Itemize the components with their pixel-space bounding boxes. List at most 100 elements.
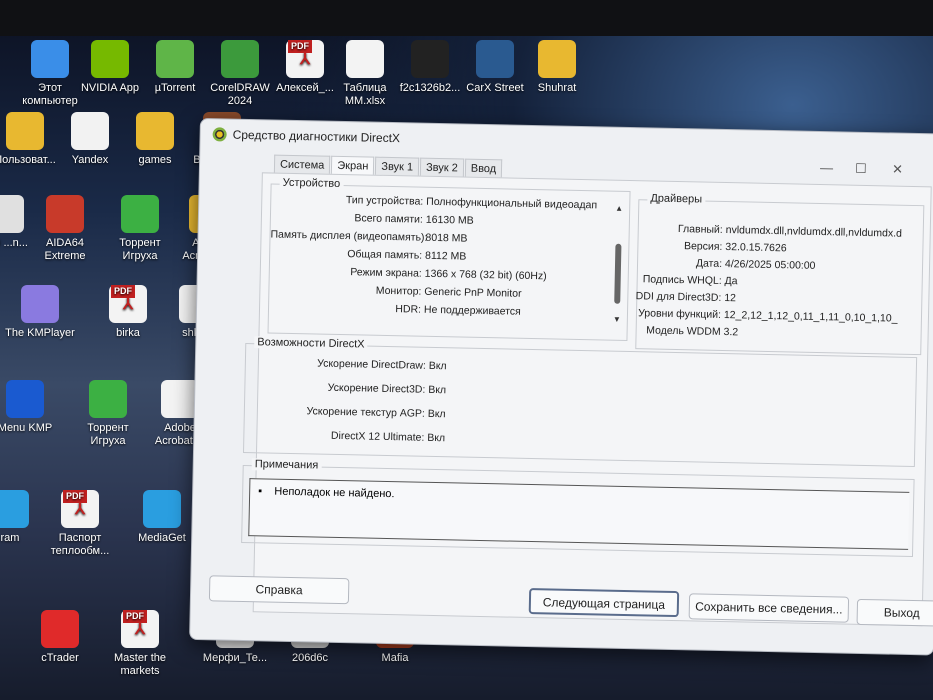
row-label: Тип устройства: — [345, 194, 424, 208]
desktop-icon-label: MediaGet — [138, 532, 186, 544]
minimize-icon[interactable]: — — [820, 160, 833, 175]
row-label: Главный: — [677, 223, 723, 236]
device-scrollbar[interactable]: ▲ ▼ — [611, 204, 626, 324]
maximize-icon[interactable]: ☐ — [855, 161, 867, 177]
kmplayer-icon — [21, 285, 59, 323]
image-file-icon — [411, 40, 449, 78]
row-label: Версия: — [683, 240, 723, 253]
scroll-down-icon[interactable]: ▼ — [611, 315, 623, 324]
desktop-icon[interactable]: Yandex — [54, 112, 126, 167]
row-label: Подпись WHQL: — [642, 273, 722, 287]
desktop-icon[interactable]: Торрент Игруха — [72, 380, 144, 448]
row-value: Не поддерживается — [423, 303, 521, 318]
row-label: Ускорение Direct3D: — [327, 381, 426, 396]
tab-sound-1[interactable]: Звук 1 — [375, 156, 420, 177]
row-label: Ускорение DirectDraw: — [317, 357, 426, 372]
folder-icon — [136, 112, 174, 150]
row-label: Монитор: — [375, 284, 422, 298]
row-label: Общая память: — [347, 248, 423, 262]
desktop-icon-label: Мерфи_Те... — [202, 652, 268, 664]
pdf-icon: PDF⅄ — [61, 490, 99, 528]
desktop-icon[interactable]: Menu KMP — [0, 380, 61, 435]
desktop-icon[interactable]: ram — [0, 490, 46, 545]
tab-sound-2[interactable]: Звук 2 — [419, 157, 465, 178]
desktop-icon[interactable]: PDF ⅄ birka — [92, 285, 164, 340]
desktop-icon-label: Menu KMP — [0, 422, 53, 434]
coreldraw-icon — [221, 40, 259, 78]
save-all-info-button[interactable]: Сохранить все сведения... — [688, 593, 850, 623]
row-value: 4/26/2025 05:00:00 — [724, 258, 816, 272]
desktop-icon[interactable]: Shuhrat — [521, 40, 593, 95]
desktop-icon[interactable]: Таблица MM.xlsx — [329, 40, 401, 108]
device-row: Монитор: Generic PnP Monitor — [269, 282, 522, 300]
desktop-icon[interactable]: CorelDRAW 2024 — [204, 40, 276, 108]
desktop-icon[interactable]: MediaGet — [126, 490, 198, 545]
ctrader-icon — [41, 610, 79, 648]
desktop-icon[interactable]: Торрент Игруха — [104, 195, 176, 263]
drivers-group: Драйверы Главный: nvldumdx.dll,nvldumdx.… — [632, 192, 925, 356]
drivers-row: Подпись WHQL: Да — [632, 273, 738, 287]
folder-icon — [538, 40, 576, 78]
row-value: Да — [724, 275, 738, 288]
notes-group: Примечания ▪ Неполадок не найдено. — [241, 458, 915, 558]
desktop-icon[interactable]: games — [119, 112, 191, 167]
desktop-icon[interactable]: AIDA64 Extreme — [29, 195, 101, 263]
scroll-thumb[interactable] — [614, 243, 622, 304]
features-group: Возможности DirectX Ускорение DirectDraw… — [242, 336, 918, 468]
device-row: Тип устройства: Полнофункциональный виде… — [271, 193, 598, 212]
device-row: HDR: Не поддерживается — [269, 300, 521, 318]
exit-button[interactable]: Выход — [856, 598, 933, 627]
tab-system[interactable]: Система — [273, 154, 331, 175]
row-value: Полнофункциональный видеоадап — [426, 195, 598, 212]
row-value: 16130 MB — [425, 213, 474, 227]
desktop-icon[interactable]: PDF ⅄ Паспорт теплообм... — [44, 490, 116, 558]
tab-display[interactable]: Экран — [331, 155, 375, 176]
desktop-icon-label: Пользоват... — [0, 154, 56, 166]
help-button[interactable]: Справка — [208, 575, 350, 605]
desktop-icon[interactable]: cTrader — [24, 610, 96, 665]
desktop-icon[interactable]: Пользоват... — [0, 112, 61, 167]
device-row: Память дисплея (видеопамять): 8018 MB — [270, 229, 467, 245]
drivers-group-title: Драйверы — [647, 192, 706, 206]
desktop-icon-label: The KMPlayer — [5, 327, 75, 339]
row-value: 8112 MB — [424, 249, 467, 263]
row-value: 8018 MB — [425, 231, 468, 245]
file-icon — [346, 40, 384, 78]
notes-box: ▪ Неполадок не найдено. — [248, 478, 910, 550]
desktop-icon-label: CorelDRAW 2024 — [210, 82, 270, 107]
desktop-icon[interactable]: µTorrent — [139, 40, 211, 95]
pdf-icon: PDF⅄ — [121, 610, 159, 648]
close-icon[interactable]: ✕ — [892, 162, 903, 178]
features-group-title: Возможности DirectX — [254, 336, 368, 351]
features-row: Ускорение текстур AGP: Вкл — [255, 404, 445, 420]
mediaget-icon — [143, 490, 181, 528]
row-label: Дата: — [695, 257, 723, 270]
desktop-icon[interactable]: The KMPlayer — [4, 285, 76, 340]
aida64-icon — [46, 195, 84, 233]
desktop-icon-label: Таблица MM.xlsx — [343, 82, 387, 107]
monitor-icon — [31, 40, 69, 78]
note-item: Неполадок не найдено. — [274, 485, 395, 501]
yandex-icon — [71, 112, 109, 150]
drivers-row: Дата: 4/26/2025 05:00:00 — [632, 256, 816, 272]
desktop-icon-label: Торрент Игруха — [87, 422, 129, 447]
row-label: Память дисплея (видеопамять): — [270, 228, 428, 244]
row-value: Вкл — [427, 431, 446, 445]
row-label: Режим экрана: — [350, 266, 422, 280]
desktop-icon[interactable]: f2c1326b2... — [394, 40, 466, 95]
desktop-icon-label: Shuhrat — [537, 82, 577, 94]
tab-input[interactable]: Ввод — [464, 158, 503, 179]
nvidia-icon — [91, 40, 129, 78]
scroll-up-icon[interactable]: ▲ — [613, 204, 625, 213]
row-label: Всего памяти: — [354, 212, 424, 226]
drivers-row: Уровни функций: 12_2,12_1,12_0,11_1,11_0… — [631, 307, 898, 324]
desktop-icon-label: NVIDIA App — [80, 82, 140, 94]
desktop-icon[interactable]: NVIDIA App — [74, 40, 146, 95]
row-value: Вкл — [428, 383, 447, 397]
desktop-icon[interactable]: PDF ⅄ Master the markets — [104, 610, 176, 678]
next-page-button[interactable]: Следующая страница — [528, 587, 680, 618]
desktop-icon-label: AIDA64 Extreme — [44, 237, 86, 262]
device-group: Устройство Тип устройства: Полнофункцион… — [267, 176, 631, 342]
row-value: Generic PnP Monitor — [424, 285, 522, 300]
drivers-row: Главный: nvldumdx.dll,nvldumdx.dll,nvldu… — [633, 222, 902, 240]
